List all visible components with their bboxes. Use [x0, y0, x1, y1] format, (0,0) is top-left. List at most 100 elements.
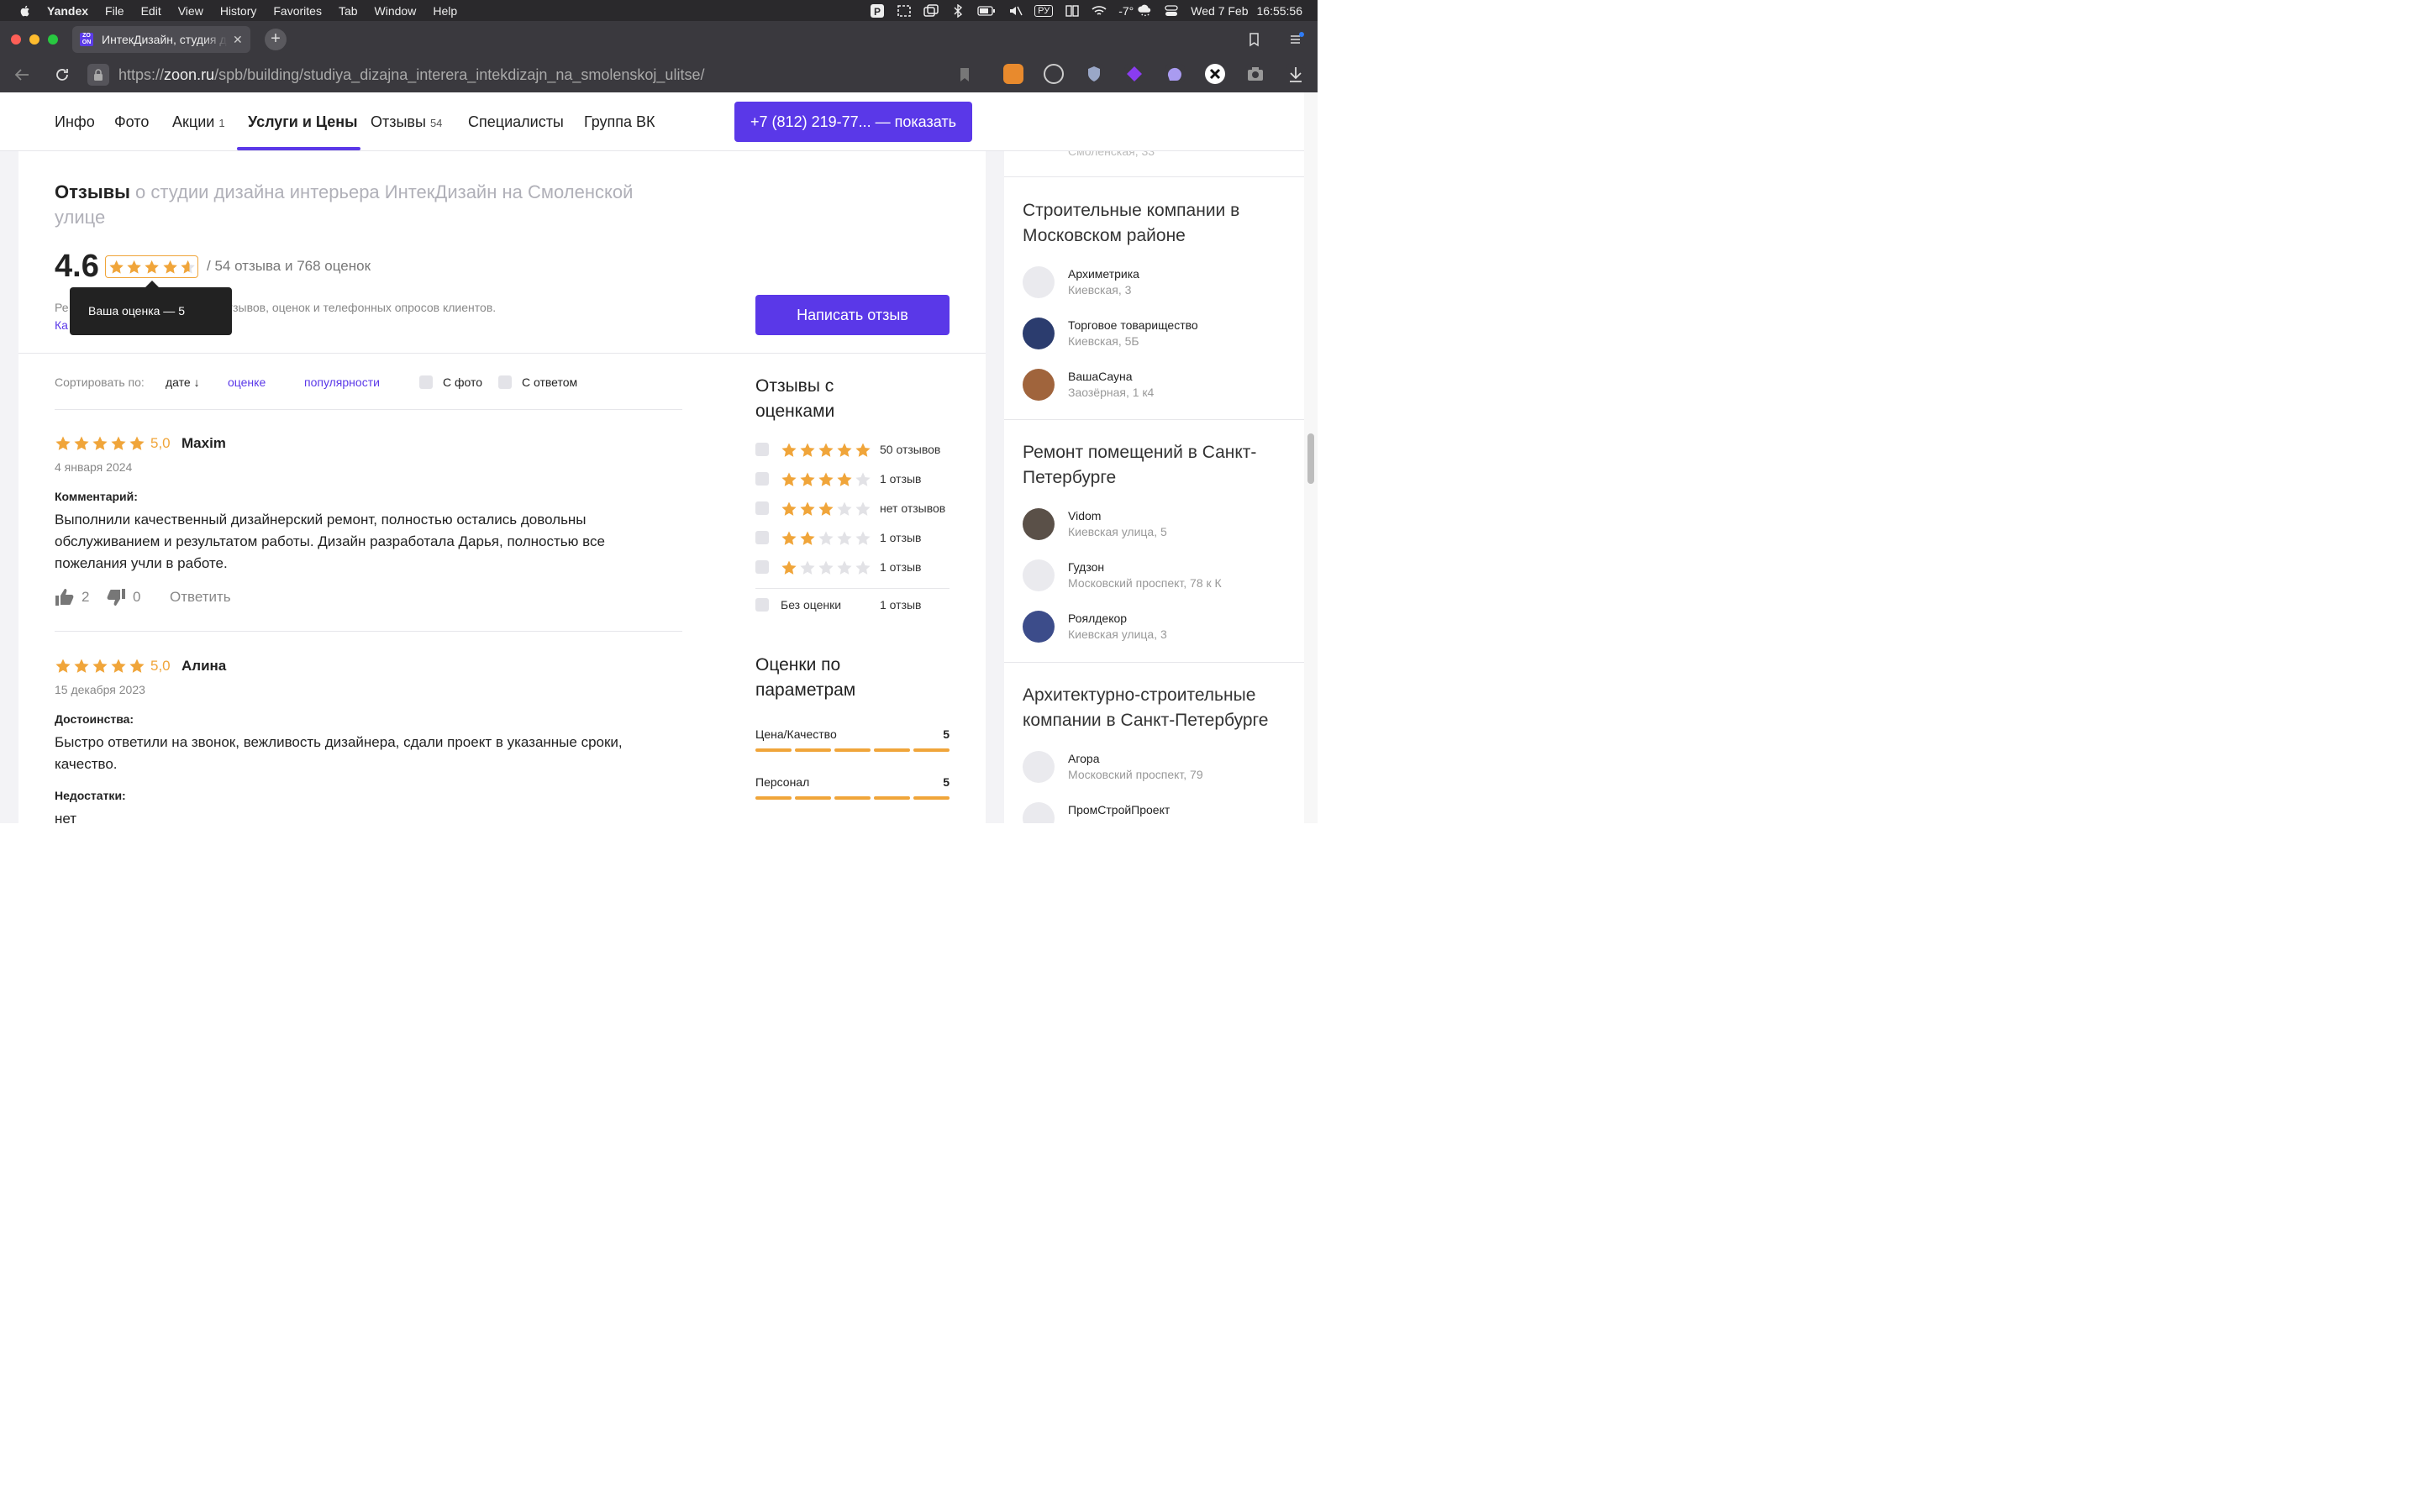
nav-reviews-label: Отзывы	[371, 113, 426, 130]
bookmark-icon[interactable]	[958, 67, 971, 82]
related-companies-sidebar: Смоленская, 33 Строительные компании в М…	[1004, 144, 1304, 823]
with-reply-checkbox[interactable]	[498, 375, 512, 389]
review-author[interactable]: Maxim	[182, 435, 226, 452]
menu-file[interactable]: File	[105, 4, 124, 18]
sort-by-rating[interactable]: оценке	[228, 375, 266, 389]
scrollbar-thumb[interactable]	[1307, 433, 1314, 484]
screenshot-icon[interactable]	[897, 4, 912, 18]
reviews-count-summary[interactable]: / 54 отзыва и 768 оценок	[207, 258, 371, 275]
new-tab-button[interactable]: +	[265, 29, 287, 50]
block-title[interactable]: Ремонт помещений в Санкт-Петербурге	[1023, 440, 1292, 491]
mute-icon[interactable]	[1007, 4, 1023, 18]
sort-by-date[interactable]: дате ↓	[166, 375, 200, 389]
windows-icon[interactable]	[923, 3, 939, 18]
menu-help[interactable]: Help	[433, 4, 457, 18]
ghost-extension-icon[interactable]	[1165, 64, 1185, 84]
rating-filter-row[interactable]: 1 отзыв	[755, 559, 950, 576]
with-photo-checkbox[interactable]	[419, 375, 433, 389]
dislike-button[interactable]: 0	[106, 588, 140, 606]
shield-extension-icon[interactable]	[1084, 64, 1104, 84]
control-center-icon[interactable]	[1164, 4, 1179, 18]
nav-reviews-count: 54	[429, 117, 443, 129]
nav-vk-group[interactable]: Группа ВК	[584, 113, 655, 131]
window-zoom-button[interactable]	[48, 34, 58, 45]
lock-icon[interactable]	[87, 64, 109, 86]
clock-date[interactable]: Wed 7 Feb	[1191, 4, 1248, 18]
menu-tab[interactable]: Tab	[339, 4, 358, 18]
with-reply-label[interactable]: С ответом	[522, 375, 577, 389]
browser-tab-active[interactable]: ZO ON ИнтекДизайн, студия дизайна интерь…	[72, 26, 250, 53]
clock-time[interactable]: 16:55:56	[1257, 4, 1303, 18]
nav-photo[interactable]: Фото	[114, 113, 149, 131]
window-minimize-button[interactable]	[29, 34, 39, 45]
star-icon	[111, 659, 126, 673]
block-title[interactable]: Строительные компании в Московском район…	[1023, 198, 1292, 249]
bluetooth-icon[interactable]	[950, 3, 965, 18]
camera-icon[interactable]	[1245, 64, 1265, 84]
nav-info[interactable]: Инфо	[55, 113, 95, 131]
company-address: Заозёрная, 1 к4	[1068, 386, 1155, 399]
status-area: P РУ -7° Wed 7 Feb 16:55:56	[858, 0, 1302, 21]
zoon-favicon-icon: ZO ON	[80, 33, 93, 46]
wifi-icon[interactable]	[1092, 4, 1107, 18]
star-icon	[800, 531, 815, 545]
page-scrollbar[interactable]	[1304, 92, 1318, 823]
rating-filter-row[interactable]: 1 отзыв	[755, 530, 950, 547]
rating-filter-checkbox[interactable]	[755, 443, 769, 456]
sort-by-popularity[interactable]: популярности	[304, 375, 380, 389]
reply-link[interactable]: Ответить	[170, 589, 231, 606]
rating-filter-checkbox[interactable]	[755, 560, 769, 574]
p-app-icon[interactable]: P	[870, 3, 885, 18]
input-language[interactable]: РУ	[1034, 4, 1054, 17]
url-bar[interactable]: https://zoon.ru/spb/building/studiya_diz…	[87, 63, 978, 87]
menu-edit[interactable]: Edit	[141, 4, 161, 18]
block-title[interactable]: Архитектурно-строительные компании в Сан…	[1023, 683, 1292, 733]
nav-specialists[interactable]: Специалисты	[468, 113, 564, 131]
write-review-button[interactable]: Написать отзыв	[755, 295, 950, 335]
review-author[interactable]: Алина	[182, 658, 226, 675]
bookmarks-panel-icon[interactable]	[1247, 32, 1262, 47]
purple-extension-icon[interactable]	[1124, 64, 1144, 84]
menu-app-name[interactable]: Yandex	[47, 4, 88, 18]
nav-reviews[interactable]: Отзывы 54	[371, 113, 442, 131]
back-arrow-icon[interactable]	[13, 67, 30, 82]
rating-info-link[interactable]: Ка	[55, 318, 68, 332]
rating-filter-stars	[781, 530, 873, 547]
reload-icon[interactable]	[54, 66, 71, 83]
rating-filter-checkbox[interactable]	[755, 531, 769, 544]
menu-history[interactable]: History	[220, 4, 257, 18]
x-extension-icon[interactable]	[1205, 64, 1225, 84]
split-view-icon[interactable]	[1065, 4, 1080, 18]
window-close-button[interactable]	[11, 34, 21, 45]
nav-services-prices[interactable]: Услуги и Цены	[248, 113, 358, 131]
rating-filter-row[interactable]: 50 отзывов	[755, 442, 950, 459]
weather-temperature[interactable]: -7°	[1118, 4, 1134, 18]
extension-e-icon[interactable]	[1044, 64, 1064, 84]
rating-filter-row[interactable]: 1 отзыв	[755, 471, 950, 488]
download-icon[interactable]	[1286, 64, 1306, 84]
nav-info-label: Инфо	[55, 113, 95, 130]
rating-filter-checkbox[interactable]	[755, 501, 769, 515]
tab-close-icon[interactable]: ✕	[233, 33, 243, 47]
dislike-count: 0	[133, 589, 141, 605]
apple-icon[interactable]	[18, 4, 32, 18]
review-text: нет	[55, 811, 77, 823]
no-rating-checkbox[interactable]	[755, 598, 769, 612]
no-rating-filter[interactable]: Без оценки 1 отзыв	[755, 597, 950, 614]
with-photo-label[interactable]: С фото	[443, 375, 482, 389]
rating-filter-checkbox[interactable]	[755, 472, 769, 486]
menu-view[interactable]: View	[178, 4, 203, 18]
metamask-extension-icon[interactable]	[1003, 64, 1023, 84]
star-icon	[129, 659, 145, 673]
menu-favorites[interactable]: Favorites	[273, 4, 322, 18]
show-phone-button[interactable]: +7 (812) 219-77... — показать	[734, 102, 972, 142]
battery-icon[interactable]	[977, 4, 996, 18]
rating-filter-row[interactable]: нет отзывов	[755, 501, 950, 517]
review-text: Быстро ответили на звонок, вежливость ди…	[55, 734, 623, 772]
like-button[interactable]: 2	[55, 588, 89, 606]
nav-promotions[interactable]: Акции 1	[172, 113, 225, 131]
menu-window[interactable]: Window	[375, 4, 417, 18]
url-text[interactable]: https://zoon.ru/spb/building/studiya_diz…	[118, 66, 704, 84]
sidebar-menu-icon[interactable]	[1289, 32, 1304, 47]
rate-stars[interactable]	[105, 255, 198, 278]
